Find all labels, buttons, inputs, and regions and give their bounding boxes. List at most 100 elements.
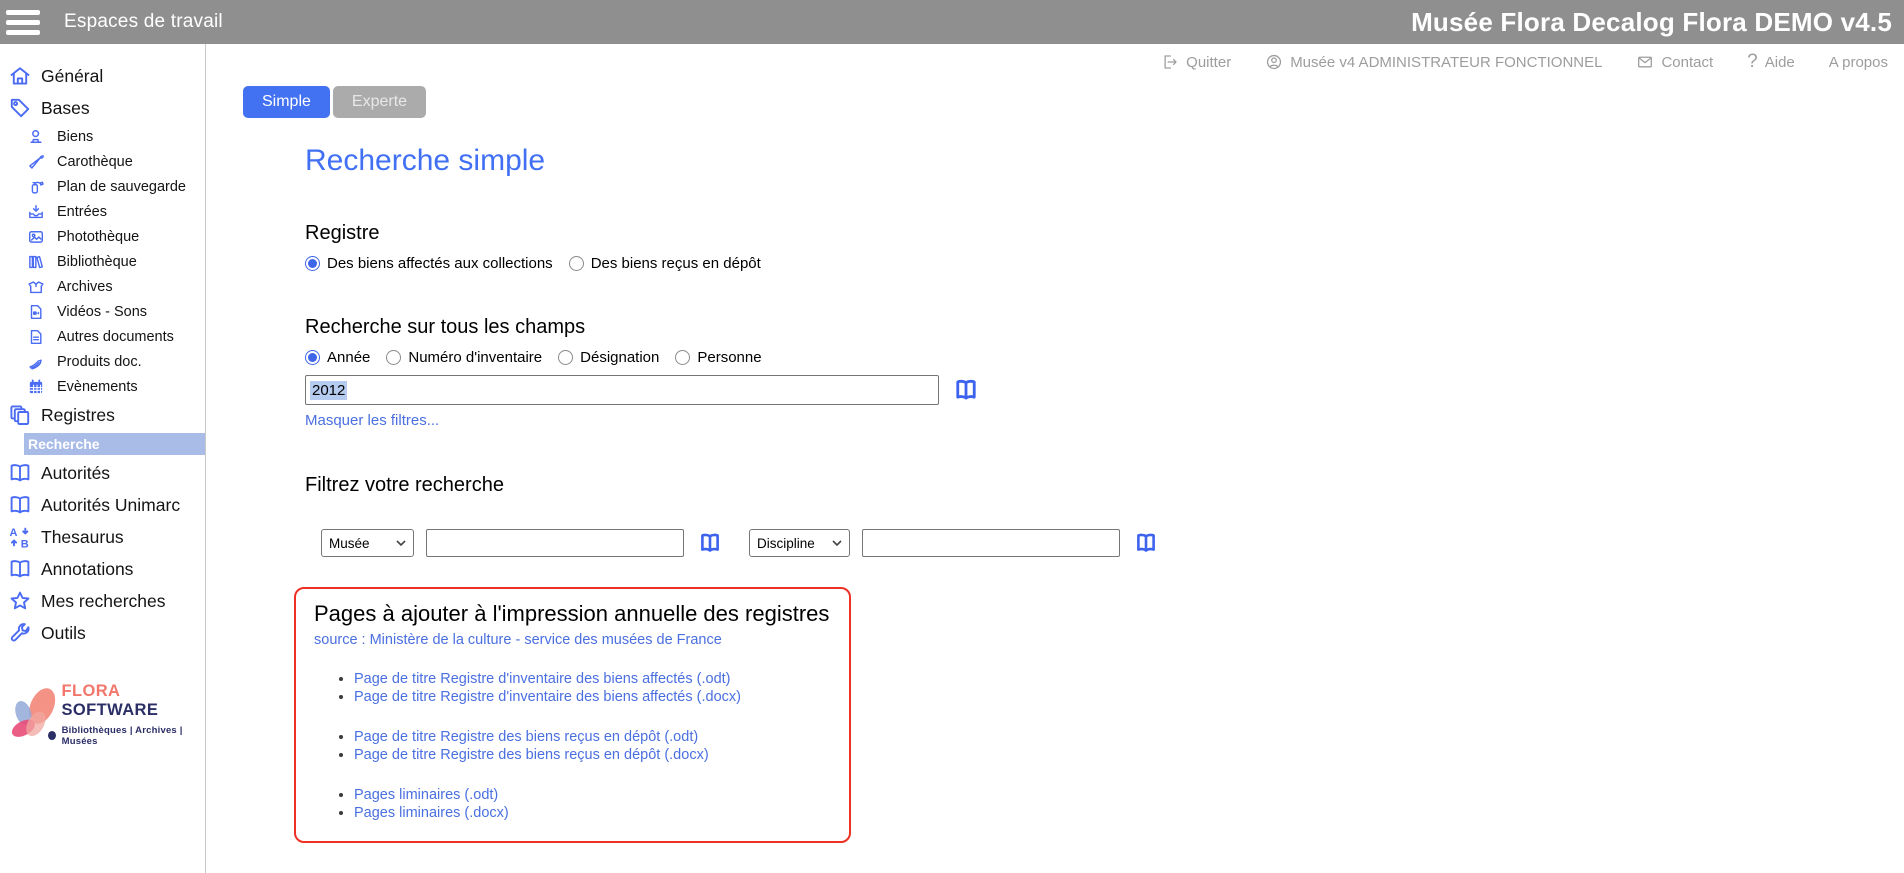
bust-icon	[30, 129, 42, 143]
sidebar-item-outils[interactable]: Outils	[0, 617, 205, 649]
sidebar-item-general[interactable]: Général	[0, 60, 205, 92]
filters-row: Musée Discipline	[321, 529, 1904, 557]
search-input-value: 2012	[310, 380, 348, 400]
main-content: Simple Experte Recherche simple Registre…	[206, 86, 1904, 873]
contact-link[interactable]: Contact	[1636, 53, 1713, 71]
registre-heading: Registre	[305, 222, 380, 244]
quit-link[interactable]: Quitter	[1161, 53, 1231, 71]
menu-icon[interactable]	[6, 4, 50, 40]
about-link[interactable]: A propos	[1829, 54, 1888, 71]
open-book-icon	[10, 496, 30, 514]
core-sample-icon	[29, 154, 44, 169]
sidebar-item-entrees[interactable]: Entrées	[0, 199, 205, 224]
app-title: Musée Flora Decalog Flora DEMO v4.5	[1411, 6, 1892, 37]
radio-biens-affectes[interactable]: Des biens affectés aux collections	[305, 255, 553, 272]
source-link[interactable]: source : Ministère de la culture - servi…	[314, 632, 722, 648]
sidebar-item-archives[interactable]: Archives	[0, 274, 205, 299]
sidebar-item-plan-de-sauvegarde[interactable]: Plan de sauvegarde	[0, 174, 205, 199]
top-header: Espaces de travail Musée Flora Decalog F…	[0, 0, 1904, 44]
radio-biens-depot[interactable]: Des biens reçus en dépôt	[568, 255, 761, 272]
lookup-book-icon[interactable]	[697, 531, 723, 555]
flora-software-logo: FLORA SOFTWARE Bibliothèques | Archives …	[2, 675, 205, 753]
filters-heading: Filtrez votre recherche	[305, 474, 504, 496]
page-link-odt-affectes[interactable]: Page de titre Registre d'inventaire des …	[354, 671, 731, 687]
toolbar: Quitter Musée v4 ADMINISTRATEUR FONCTION…	[206, 44, 1904, 80]
lookup-book-icon[interactable]	[1133, 531, 1159, 555]
pages-links-list: Page de titre Registre d'inventaire des …	[314, 671, 831, 821]
sidebar-item-autorites-unimarc[interactable]: Autorités Unimarc	[0, 489, 205, 521]
svg-text:B: B	[21, 539, 29, 550]
image-icon	[28, 230, 44, 243]
list-item: Pages liminaires (.docx)	[354, 805, 831, 821]
sheets-icon	[29, 358, 42, 369]
radio-unselected-icon	[558, 350, 574, 365]
sidebar-item-recherche-selected[interactable]: Recherche	[24, 433, 205, 455]
hide-filters-link[interactable]: Masquer les filtres...	[305, 412, 439, 429]
page-link-odt-liminaires[interactable]: Pages liminaires (.odt)	[354, 787, 498, 803]
tab-experte[interactable]: Experte	[332, 86, 427, 118]
sidebar-item-bases[interactable]: Bases	[0, 92, 205, 124]
document-icon	[30, 329, 42, 344]
list-item: Page de titre Registre des biens reçus e…	[354, 747, 831, 763]
books-icon	[29, 255, 44, 268]
sidebar: Général Bases Biens Carothèque Plan de s…	[0, 44, 206, 873]
sidebar-item-produits-doc[interactable]: Produits doc.	[0, 349, 205, 374]
list-item: Page de titre Registre d'inventaire des …	[354, 689, 831, 705]
mail-icon	[1638, 56, 1653, 68]
search-heading: Recherche sur tous les champs	[305, 316, 586, 338]
tab-simple[interactable]: Simple	[243, 86, 330, 118]
radio-selected-icon	[305, 256, 320, 271]
sidebar-item-thesaurus[interactable]: AB Thesaurus	[0, 521, 205, 553]
radio-numero-inventaire[interactable]: Numéro d'inventaire	[386, 349, 542, 366]
logo-name-primary: FLORA	[61, 681, 120, 700]
page-link-odt-depot[interactable]: Page de titre Registre des biens reçus e…	[354, 729, 698, 745]
chevron-down-icon	[396, 540, 406, 546]
filter-field-select-discipline[interactable]: Discipline	[749, 529, 850, 557]
sidebar-item-annotations[interactable]: Annotations	[0, 553, 205, 585]
extinguisher-icon	[31, 181, 44, 194]
question-icon: ?	[1747, 51, 1758, 72]
radio-designation[interactable]: Désignation	[558, 349, 659, 366]
sidebar-item-registres[interactable]: Registres	[0, 399, 205, 431]
logo-name-secondary: SOFTWARE	[61, 700, 159, 719]
sidebar-item-biens[interactable]: Biens	[0, 124, 205, 149]
sidebar-item-phototheque[interactable]: Photothèque	[0, 224, 205, 249]
registre-options: Des biens affectés aux collections Des b…	[305, 255, 1904, 272]
page-link-docx-affectes[interactable]: Page de titre Registre d'inventaire des …	[354, 689, 741, 705]
chevron-down-icon	[832, 540, 842, 546]
exit-icon	[1164, 55, 1177, 69]
radio-annee[interactable]: Année	[305, 349, 370, 366]
list-item: Pages liminaires (.odt)	[354, 787, 831, 803]
sidebar-item-videos-sons[interactable]: Vidéos - Sons	[0, 299, 205, 324]
sort-ab-icon: AB	[10, 527, 29, 550]
sidebar-item-autorites[interactable]: Autorités	[0, 457, 205, 489]
inbox-download-icon	[29, 204, 43, 218]
radio-personne[interactable]: Personne	[675, 349, 762, 366]
search-input[interactable]: 2012	[305, 375, 939, 405]
sidebar-item-evenements[interactable]: Evènements	[0, 374, 205, 399]
page-title: Recherche simple	[305, 144, 546, 177]
logo-tagline: Bibliothèques | Archives | Musées	[61, 724, 183, 747]
search-field-options: Année Numéro d'inventaire Désignation Pe…	[305, 349, 1904, 366]
sidebar-item-carotheque[interactable]: Carothèque	[0, 149, 205, 174]
sidebar-item-autres-documents[interactable]: Autres documents	[0, 324, 205, 349]
radio-unselected-icon	[675, 350, 691, 365]
page-link-docx-depot[interactable]: Page de titre Registre des biens reçus e…	[354, 747, 709, 763]
stacked-pages-icon	[10, 405, 30, 425]
help-link[interactable]: ? Aide	[1747, 51, 1795, 73]
filter-value-input-discipline[interactable]	[862, 529, 1120, 557]
pages-box-heading: Pages à ajouter à l'impression annuelle …	[314, 601, 830, 626]
open-box-icon	[28, 280, 44, 293]
tag-icon	[10, 98, 30, 118]
sidebar-item-bibliotheque[interactable]: Bibliothèque	[0, 249, 205, 274]
sidebar-item-mes-recherches[interactable]: Mes recherches	[0, 585, 205, 617]
radio-selected-icon	[305, 350, 320, 365]
filter-value-input-musee[interactable]	[426, 529, 684, 557]
lookup-book-icon[interactable]	[952, 377, 980, 403]
video-file-icon	[30, 304, 42, 319]
filter-field-select-musee[interactable]: Musée	[321, 529, 414, 557]
home-icon	[10, 67, 30, 85]
pages-box: Pages à ajouter à l'impression annuelle …	[294, 587, 851, 843]
user-account[interactable]: Musée v4 ADMINISTRATEUR FONCTIONNEL	[1265, 53, 1602, 71]
page-link-docx-liminaires[interactable]: Pages liminaires (.docx)	[354, 805, 509, 821]
